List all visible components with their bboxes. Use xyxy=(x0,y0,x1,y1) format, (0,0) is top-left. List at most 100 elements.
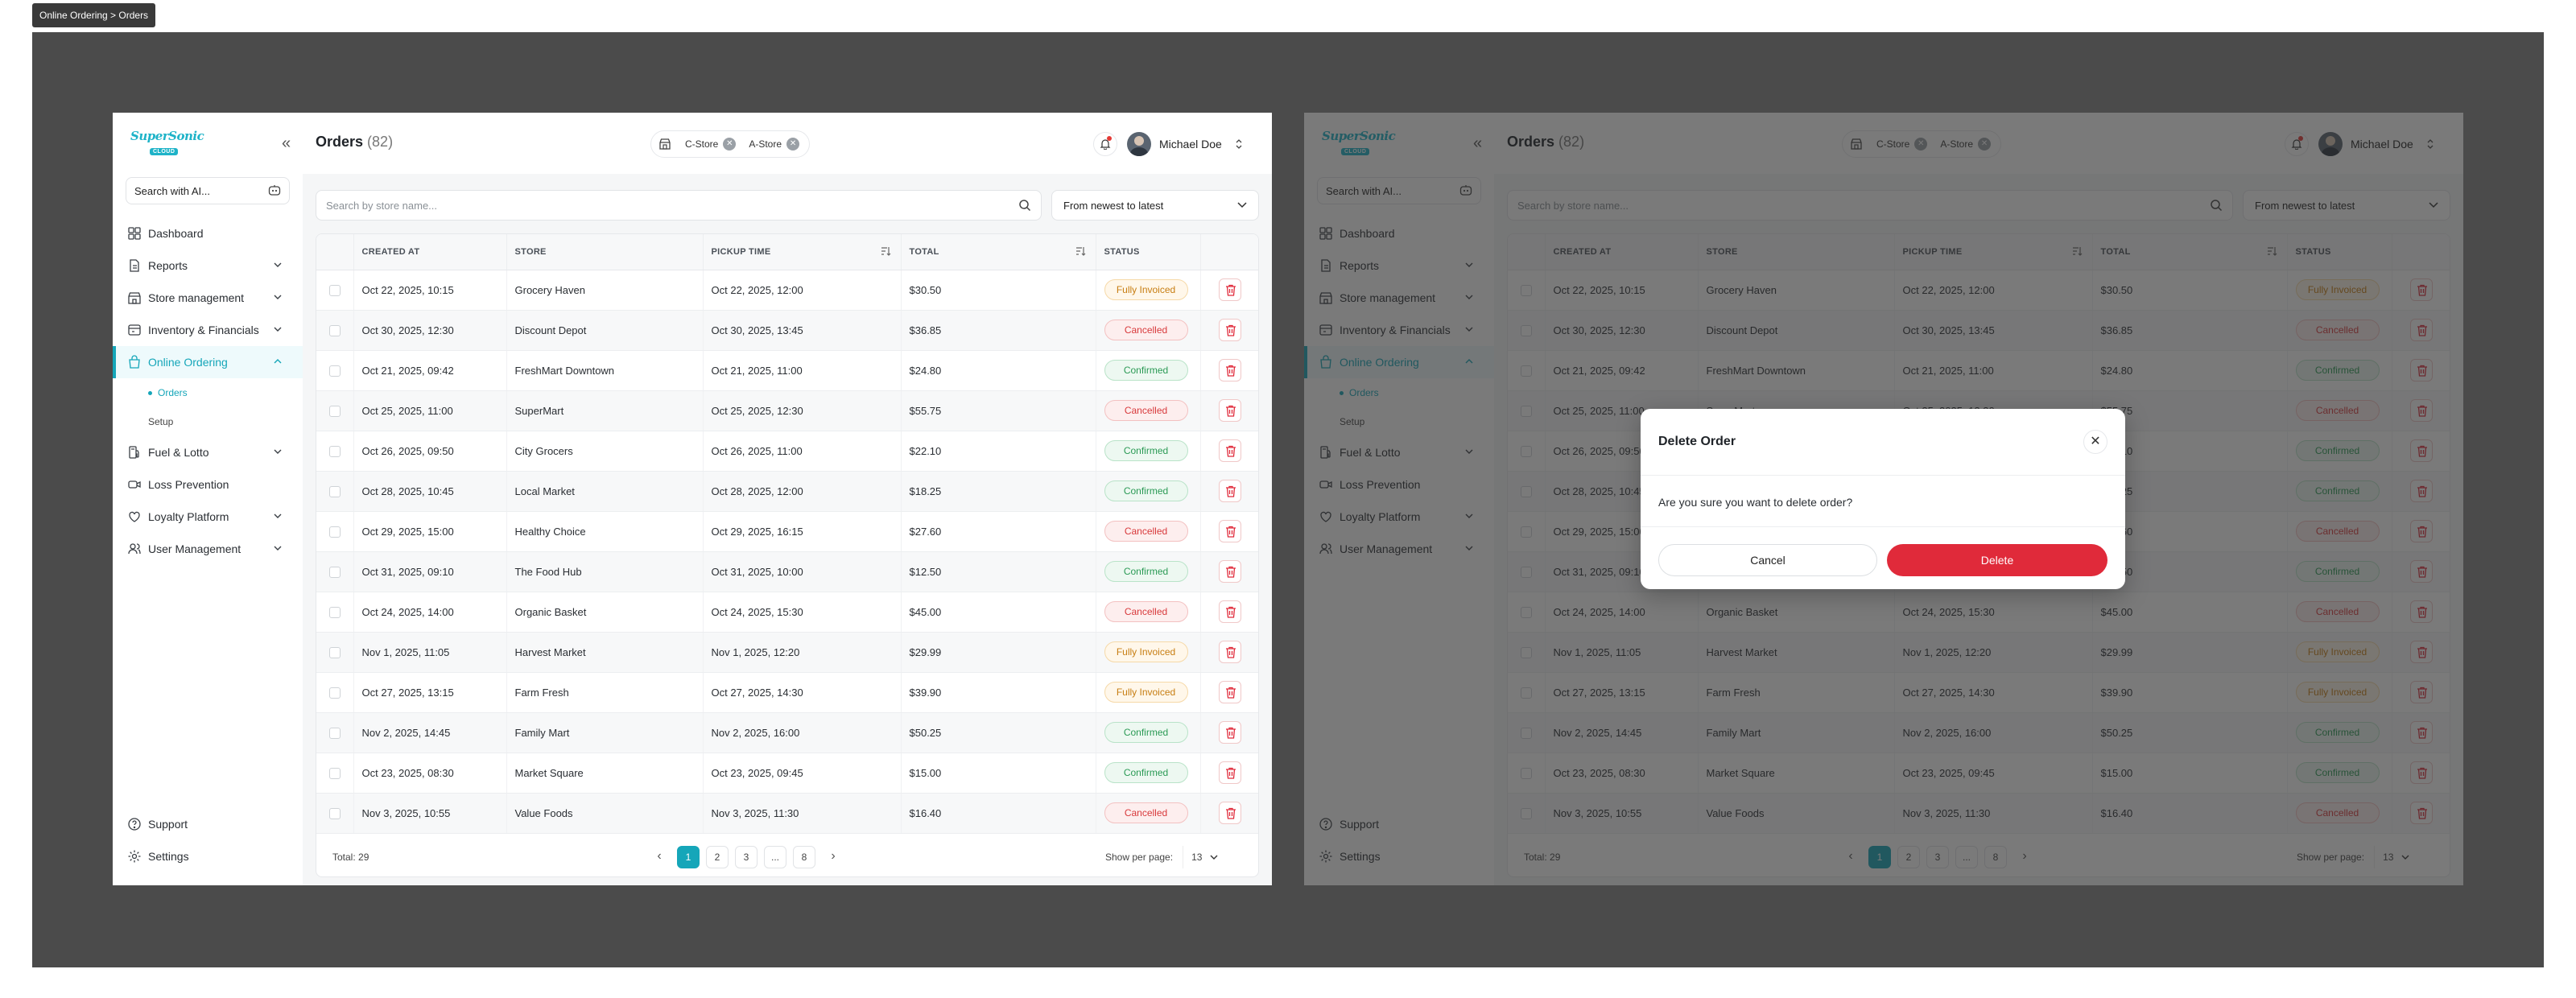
ai-sparkle-icon[interactable] xyxy=(268,184,281,197)
delete-order-button[interactable] xyxy=(1219,802,1241,824)
row-checkbox[interactable] xyxy=(328,485,341,497)
sidebar-item-store-management[interactable]: Store management xyxy=(113,282,303,314)
row-checkbox[interactable] xyxy=(328,646,341,658)
pickup-time-cell: Oct 23, 2025, 09:45 xyxy=(703,753,902,794)
delete-order-button[interactable] xyxy=(1219,520,1241,542)
pickup-time-cell: Nov 3, 2025, 11:30 xyxy=(703,793,902,834)
row-checkbox[interactable] xyxy=(328,445,341,457)
table-row[interactable]: Oct 21, 2025, 09:42FreshMart DowntownOct… xyxy=(316,350,1258,391)
column-header-created-at[interactable]: CREATED AT xyxy=(353,234,507,270)
delete-order-button[interactable] xyxy=(1219,681,1241,703)
remove-chip-icon[interactable]: ✕ xyxy=(723,138,737,151)
store-search-input[interactable]: Search by store name... xyxy=(316,190,1042,221)
sidebar-item-user-management[interactable]: User Management xyxy=(113,533,303,565)
prev-page-icon[interactable]: ‹ xyxy=(648,846,671,868)
row-checkbox[interactable] xyxy=(328,365,341,377)
table-row[interactable]: Nov 2, 2025, 14:45Family MartNov 2, 2025… xyxy=(316,712,1258,753)
delete-order-button[interactable] xyxy=(1219,319,1241,341)
user-menu-caret-icon[interactable] xyxy=(1235,138,1243,150)
collapse-sidebar-icon[interactable]: « xyxy=(282,135,291,151)
row-checkbox[interactable] xyxy=(328,606,341,618)
pickup-time-cell: Oct 29, 2025, 16:15 xyxy=(703,511,902,552)
delete-order-button[interactable] xyxy=(1219,439,1241,462)
row-checkbox-cell xyxy=(316,712,354,753)
pickup-time-cell: Oct 24, 2025, 15:30 xyxy=(703,592,902,633)
search-icon[interactable] xyxy=(1018,199,1031,212)
sort-icon[interactable] xyxy=(1075,246,1086,256)
delete-order-button[interactable] xyxy=(1219,641,1241,663)
cancel-button[interactable]: Cancel xyxy=(1658,544,1877,576)
delete-order-button[interactable] xyxy=(1219,278,1241,301)
page-button[interactable]: 3 xyxy=(735,846,758,868)
row-checkbox[interactable] xyxy=(328,526,341,538)
avatar[interactable] xyxy=(1127,132,1151,156)
table-row[interactable]: Oct 28, 2025, 10:45Local MarketOct 28, 2… xyxy=(316,471,1258,512)
sidebar-item-loyalty-platform[interactable]: Loyalty Platform xyxy=(113,501,303,533)
delete-order-button[interactable] xyxy=(1219,721,1241,744)
table-row[interactable]: Oct 30, 2025, 12:30Discount DepotOct 30,… xyxy=(316,310,1258,351)
table-row[interactable]: Oct 25, 2025, 11:00SuperMartOct 25, 2025… xyxy=(316,390,1258,431)
table-row[interactable]: Oct 23, 2025, 08:30Market SquareOct 23, … xyxy=(316,753,1258,794)
delete-order-button[interactable] xyxy=(1219,600,1241,623)
delete-order-button[interactable] xyxy=(1219,359,1241,381)
table-row[interactable]: Nov 3, 2025, 10:55Value FoodsNov 3, 2025… xyxy=(316,793,1258,834)
sidebar-item-settings[interactable]: Settings xyxy=(113,840,303,872)
table-row[interactable]: Oct 22, 2025, 10:15Grocery HavenOct 22, … xyxy=(316,270,1258,311)
sidebar-item-reports[interactable]: Reports xyxy=(113,250,303,282)
column-header-status[interactable]: STATUS xyxy=(1096,234,1201,270)
sidebar-item-inventory-and-financials[interactable]: Inventory & Financials xyxy=(113,314,303,346)
table-row[interactable]: Oct 31, 2025, 09:10The Food HubOct 31, 2… xyxy=(316,551,1258,592)
brand-logo[interactable]: SuperSonic CLOUD xyxy=(130,130,204,155)
sort-icon[interactable] xyxy=(881,246,891,256)
per-page-dropdown[interactable]: 13 xyxy=(1183,846,1226,868)
sidebar-item-loss-prevention[interactable]: Loss Prevention xyxy=(113,468,303,501)
column-header-total[interactable]: TOTAL xyxy=(901,234,1096,270)
row-checkbox[interactable] xyxy=(328,405,341,417)
sort-dropdown[interactable]: From newest to latest xyxy=(1051,190,1259,221)
row-checkbox[interactable] xyxy=(328,566,341,578)
sidebar-subitem-setup[interactable]: Setup xyxy=(113,407,303,436)
row-checkbox[interactable] xyxy=(328,807,341,819)
table-row[interactable]: Oct 27, 2025, 13:15Farm FreshOct 27, 202… xyxy=(316,672,1258,713)
row-checkbox[interactable] xyxy=(328,687,341,699)
chevron-down-icon xyxy=(1237,202,1247,208)
total-cell: $30.50 xyxy=(901,270,1096,311)
store-cell: SuperMart xyxy=(506,390,704,431)
row-checkbox[interactable] xyxy=(328,767,341,779)
ai-search-input[interactable]: Search with AI... xyxy=(126,177,290,204)
next-page-icon[interactable]: › xyxy=(822,846,844,868)
delete-order-button[interactable] xyxy=(1219,761,1241,784)
per-page-selector[interactable]: Show per page: 13 xyxy=(1105,846,1226,868)
table-row[interactable]: Oct 26, 2025, 09:50City GrocersOct 26, 2… xyxy=(316,431,1258,472)
store-filter-chips[interactable]: C-Store ✕ A-Store ✕ xyxy=(650,130,811,158)
page-button[interactable]: 2 xyxy=(706,846,729,868)
sidebar-item-dashboard[interactable]: Dashboard xyxy=(113,217,303,250)
table-row[interactable]: Oct 24, 2025, 14:00Organic BasketOct 24,… xyxy=(316,592,1258,633)
row-checkbox-cell xyxy=(316,350,354,391)
row-checkbox[interactable] xyxy=(328,324,341,336)
notification-bell-icon[interactable] xyxy=(1093,132,1117,156)
table-row[interactable]: Oct 29, 2025, 15:00Healthy ChoiceOct 29,… xyxy=(316,511,1258,552)
delete-order-button[interactable] xyxy=(1219,480,1241,502)
user-menu[interactable]: Michael Doe xyxy=(1093,129,1261,159)
page-button[interactable]: 8 xyxy=(793,846,815,868)
delete-order-button[interactable] xyxy=(1219,560,1241,583)
remove-chip-icon[interactable]: ✕ xyxy=(786,138,800,151)
row-checkbox[interactable] xyxy=(328,284,341,296)
sidebar-item-fuel-and-lotto[interactable]: Fuel & Lotto xyxy=(113,436,303,468)
sidebar-subitem-orders[interactable]: Orders xyxy=(113,378,303,407)
column-header-pickup-time[interactable]: PICKUP TIME xyxy=(703,234,902,270)
table-row[interactable]: Nov 1, 2025, 11:05Harvest MarketNov 1, 2… xyxy=(316,632,1258,673)
sidebar-item-online-ordering[interactable]: Online Ordering xyxy=(113,346,303,378)
sidebar-item-label: Dashboard xyxy=(148,227,204,240)
confirm-delete-button[interactable]: Delete xyxy=(1887,544,2107,576)
page-button[interactable]: 1 xyxy=(677,846,700,868)
column-header-store[interactable]: STORE xyxy=(506,234,704,270)
row-checkbox[interactable] xyxy=(328,727,341,739)
close-icon[interactable]: ✕ xyxy=(2083,430,2107,454)
delete-order-button[interactable] xyxy=(1219,399,1241,422)
store-cell: Healthy Choice xyxy=(506,511,704,552)
store-chip-c-store: C-Store ✕ xyxy=(682,138,739,151)
sidebar-item-support[interactable]: Support xyxy=(113,808,303,840)
total-cell: $45.00 xyxy=(901,592,1096,633)
